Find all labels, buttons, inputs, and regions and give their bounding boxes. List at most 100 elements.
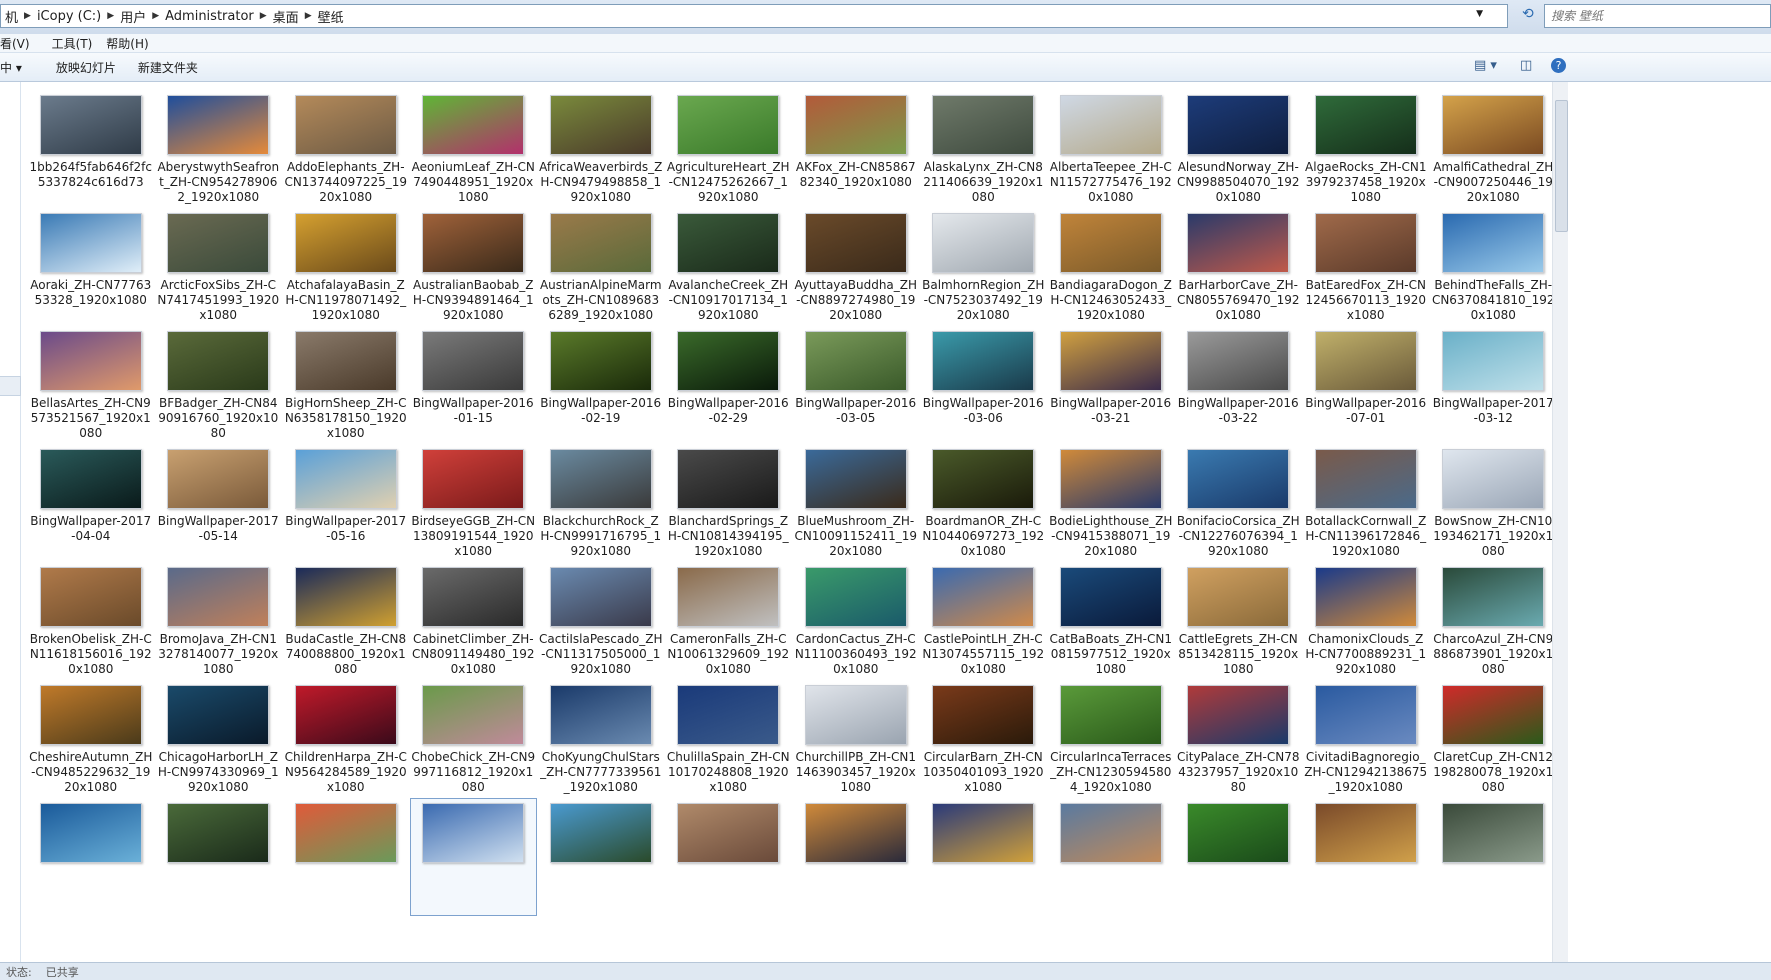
file-item[interactable]: CameronFalls_ZH-CN10061329609_1920x1080: [665, 562, 793, 680]
search-box[interactable]: [1544, 4, 1771, 28]
image-thumbnail[interactable]: [677, 567, 780, 627]
image-thumbnail[interactable]: [167, 567, 270, 627]
image-thumbnail[interactable]: [294, 803, 397, 863]
file-item[interactable]: [27, 798, 155, 916]
image-thumbnail[interactable]: [1187, 95, 1290, 155]
image-thumbnail[interactable]: [1187, 685, 1290, 745]
file-item[interactable]: BowSnow_ZH-CN10193462171_1920x1080: [1430, 444, 1558, 562]
image-thumbnail[interactable]: [549, 685, 652, 745]
breadcrumb-separator-icon[interactable]: ▶: [150, 11, 161, 21]
image-thumbnail[interactable]: [677, 95, 780, 155]
file-item[interactable]: [665, 798, 793, 916]
breadcrumb-desktop[interactable]: 桌面: [269, 7, 303, 26]
image-thumbnail[interactable]: [932, 449, 1035, 509]
image-thumbnail[interactable]: [1442, 331, 1545, 391]
file-item[interactable]: CircularBarn_ZH-CN10350401093_1920x1080: [920, 680, 1048, 798]
file-item[interactable]: BingWallpaper-2017-05-14: [155, 444, 283, 562]
file-item[interactable]: CactiIslaPescado_ZH-CN11317505000_1920x1…: [537, 562, 665, 680]
image-thumbnail[interactable]: [1314, 95, 1417, 155]
image-thumbnail[interactable]: [1059, 449, 1162, 509]
file-item[interactable]: CabinetClimber_ZH-CN8091149480_1920x1080: [410, 562, 538, 680]
address-bar[interactable]: 机 ▶ iCopy (C:) ▶ 用户 ▶ Administrator ▶ 桌面…: [0, 4, 1508, 28]
file-item[interactable]: 1bb264f5fab646f2fc5337824c616d73: [27, 90, 155, 208]
file-item[interactable]: BingWallpaper-2017-03-12: [1430, 326, 1558, 444]
image-thumbnail[interactable]: [1442, 803, 1545, 863]
image-thumbnail[interactable]: [422, 331, 525, 391]
image-thumbnail[interactable]: [294, 95, 397, 155]
file-item[interactable]: BFBadger_ZH-CN8490916760_1920x1080: [155, 326, 283, 444]
file-item[interactable]: CityPalace_ZH-CN7843237957_1920x1080: [1175, 680, 1303, 798]
organize-button[interactable]: 中 ▾: [0, 56, 28, 79]
file-item[interactable]: ChurchillPB_ZH-CN11463903457_1920x1080: [792, 680, 920, 798]
file-item[interactable]: BehindTheFalls_ZH-CN6370841810_1920x1080: [1430, 208, 1558, 326]
image-thumbnail[interactable]: [1187, 331, 1290, 391]
file-item[interactable]: AlgaeRocks_ZH-CN13979237458_1920x1080: [1302, 90, 1430, 208]
file-item[interactable]: [409, 798, 537, 916]
image-thumbnail[interactable]: [1314, 213, 1417, 273]
file-item[interactable]: BodieLighthouse_ZH-CN9415388071_1920x108…: [1047, 444, 1175, 562]
file-item[interactable]: AlesundNorway_ZH-CN9988504070_1920x1080: [1175, 90, 1303, 208]
navigation-pane-tab[interactable]: [0, 376, 21, 396]
file-item[interactable]: ChildrenHarpa_ZH-CN9564284589_1920x1080: [282, 680, 410, 798]
file-item[interactable]: BellasArtes_ZH-CN9573521567_1920x1080: [27, 326, 155, 444]
image-thumbnail[interactable]: [39, 95, 142, 155]
file-item[interactable]: ClaretCup_ZH-CN12198280078_1920x1080: [1430, 680, 1558, 798]
image-thumbnail[interactable]: [294, 331, 397, 391]
file-item[interactable]: BigHornSheep_ZH-CN6358178150_1920x1080: [282, 326, 410, 444]
image-thumbnail[interactable]: [1314, 567, 1417, 627]
image-thumbnail[interactable]: [1314, 331, 1417, 391]
image-thumbnail[interactable]: [1059, 803, 1162, 863]
file-item[interactable]: BandiagaraDogon_ZH-CN12463052433_1920x10…: [1047, 208, 1175, 326]
file-item[interactable]: AgricultureHeart_ZH-CN12475262667_1920x1…: [665, 90, 793, 208]
scrollbar-thumb[interactable]: [1555, 100, 1568, 232]
image-thumbnail[interactable]: [932, 331, 1035, 391]
file-item[interactable]: ChobeChick_ZH-CN9997116812_1920x1080: [410, 680, 538, 798]
image-thumbnail[interactable]: [549, 331, 652, 391]
file-item[interactable]: ChoKyungChulStars_ZH-CN7777339561_1920x1…: [537, 680, 665, 798]
file-item[interactable]: AmalfiCathedral_ZH-CN9007250446_1920x108…: [1430, 90, 1558, 208]
image-thumbnail[interactable]: [932, 803, 1035, 863]
file-item[interactable]: CardonCactus_ZH-CN11100360493_1920x1080: [792, 562, 920, 680]
file-item[interactable]: CastlePointLH_ZH-CN13074557115_1920x1080: [920, 562, 1048, 680]
file-item[interactable]: AfricaWeaverbirds_ZH-CN9479498858_1920x1…: [537, 90, 665, 208]
file-item[interactable]: BirdseyeGGB_ZH-CN13809191544_1920x1080: [410, 444, 538, 562]
image-thumbnail[interactable]: [422, 567, 525, 627]
file-item[interactable]: BingWallpaper-2016-02-29: [665, 326, 793, 444]
file-item[interactable]: BingWallpaper-2016-03-06: [920, 326, 1048, 444]
file-item[interactable]: [1047, 798, 1175, 916]
file-item[interactable]: [1430, 798, 1558, 916]
file-item[interactable]: BarHarborCave_ZH-CN8055769470_1920x1080: [1175, 208, 1303, 326]
file-item[interactable]: BoardmanOR_ZH-CN10440697273_1920x1080: [920, 444, 1048, 562]
breadcrumb-administrator[interactable]: Administrator: [161, 9, 258, 24]
image-thumbnail[interactable]: [677, 803, 780, 863]
image-thumbnail[interactable]: [932, 213, 1035, 273]
image-thumbnail[interactable]: [422, 685, 525, 745]
file-item[interactable]: BalmhornRegion_ZH-CN7523037492_1920x1080: [920, 208, 1048, 326]
breadcrumb-separator-icon[interactable]: ▶: [258, 11, 269, 21]
file-item[interactable]: AustralianBaobab_ZH-CN9394891464_1920x10…: [410, 208, 538, 326]
menu-view[interactable]: 看(V): [0, 35, 38, 52]
image-thumbnail[interactable]: [1059, 95, 1162, 155]
file-item[interactable]: BlueMushroom_ZH-CN10091152411_1920x1080: [792, 444, 920, 562]
image-thumbnail[interactable]: [1442, 449, 1545, 509]
preview-pane-icon[interactable]: ◫: [1520, 58, 1532, 73]
file-item[interactable]: BlanchardSprings_ZH-CN10814394195_1920x1…: [665, 444, 793, 562]
image-thumbnail[interactable]: [39, 331, 142, 391]
file-item[interactable]: AlaskaLynx_ZH-CN8211406639_1920x1080: [920, 90, 1048, 208]
file-item[interactable]: BingWallpaper-2016-02-19: [537, 326, 665, 444]
image-thumbnail[interactable]: [1059, 331, 1162, 391]
file-item[interactable]: [155, 798, 283, 916]
image-thumbnail[interactable]: [167, 803, 270, 863]
image-thumbnail[interactable]: [1442, 567, 1545, 627]
image-thumbnail[interactable]: [422, 213, 525, 273]
file-item[interactable]: BrokenObelisk_ZH-CN11618156016_1920x1080: [27, 562, 155, 680]
menu-tools[interactable]: 工具(T): [52, 35, 101, 52]
file-item[interactable]: AeoniumLeaf_ZH-CN7490448951_1920x1080: [410, 90, 538, 208]
image-thumbnail[interactable]: [932, 95, 1035, 155]
image-thumbnail[interactable]: [1442, 95, 1545, 155]
file-item[interactable]: [1175, 798, 1303, 916]
file-item[interactable]: BatEaredFox_ZH-CN12456670113_1920x1080: [1302, 208, 1430, 326]
file-item[interactable]: Aoraki_ZH-CN7776353328_1920x1080: [27, 208, 155, 326]
breadcrumb-separator-icon[interactable]: ▶: [22, 11, 33, 21]
image-thumbnail[interactable]: [167, 685, 270, 745]
